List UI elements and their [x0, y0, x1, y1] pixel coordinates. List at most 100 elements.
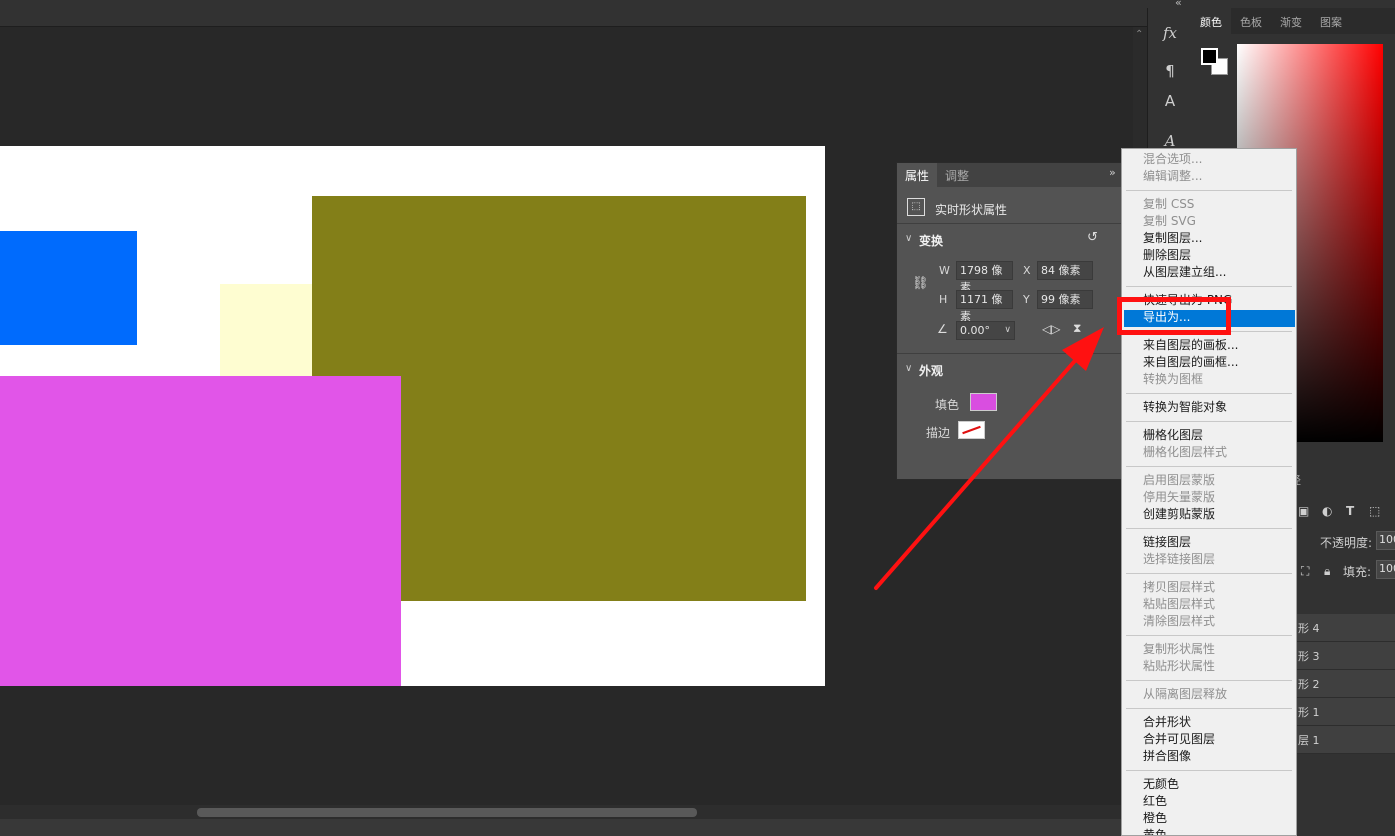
menu-item[interactable]: 橙色 — [1143, 811, 1167, 826]
x-input[interactable]: 84 像素 — [1037, 261, 1093, 280]
flip-horizontal-icon[interactable]: ◁▷ — [1042, 322, 1060, 336]
menu-separator — [1126, 466, 1292, 467]
menu-separator — [1126, 421, 1292, 422]
fill-value: 100 — [1379, 562, 1395, 575]
menu-item[interactable]: 链接图层 — [1143, 535, 1191, 550]
menu-item: 复制 SVG — [1143, 214, 1196, 228]
menu-separator — [1126, 393, 1292, 394]
artboard-lock-icon[interactable]: ⛶ — [1301, 564, 1309, 579]
link-icon[interactable]: ⛓ — [912, 276, 929, 291]
menu-item[interactable]: 拼合图像 — [1143, 749, 1191, 764]
angle-icon: ∠ — [937, 322, 948, 336]
layer-name: 形 4 — [1298, 622, 1320, 635]
document-canvas[interactable] — [0, 146, 825, 686]
opacity-input[interactable]: 100 — [1376, 531, 1395, 550]
menu-item: 选择链接图层 — [1143, 552, 1216, 566]
menu-item[interactable]: 无颜色 — [1143, 777, 1179, 792]
appearance-section-title[interactable]: 外观 — [919, 362, 943, 379]
fx-icon[interactable]: fx — [1158, 22, 1182, 44]
y-input[interactable]: 99 像素 — [1037, 290, 1093, 309]
properties-panel-tabs: 属性 调整 » — [897, 163, 1123, 187]
stroke-label: 描边 — [926, 426, 951, 440]
tab-adjustments[interactable]: 调整 — [945, 167, 969, 184]
menu-separator — [1126, 573, 1292, 574]
color-panel-tabs: 颜色 色板 渐变 图案 — [1191, 8, 1395, 34]
menu-item: 拷贝图层样式 — [1143, 580, 1216, 594]
paragraph-icon[interactable]: ¶ — [1158, 60, 1182, 82]
menu-item: 转换为图框 — [1143, 372, 1204, 386]
menu-item: 从隔离图层释放 — [1143, 687, 1228, 701]
menu-item: 栅格化图层样式 — [1143, 445, 1228, 459]
fill-label: 填色 — [935, 398, 960, 412]
image-filter-icon[interactable]: ▣ — [1298, 504, 1309, 518]
layer-context-menu: 混合选项... 编辑调整... 复制 CSS 复制 SVG 复制图层... 删除图层 从图层… — [1121, 148, 1297, 836]
menu-separator — [1126, 680, 1292, 681]
menu-item[interactable]: 红色 — [1143, 794, 1167, 809]
character-icon[interactable]: A — [1158, 90, 1182, 112]
menu-separator — [1126, 190, 1292, 191]
tab-color[interactable]: 颜色 — [1200, 14, 1222, 30]
status-bar — [0, 819, 1147, 836]
chevron-down-icon[interactable]: ∨ — [905, 363, 912, 374]
menu-item[interactable]: 删除图层 — [1143, 248, 1191, 263]
properties-panel: 属性 调整 » ⬚ 实时形状属性 ∨ 变换 ↺ ⛓ W 1798 像素 X 84… — [896, 162, 1124, 480]
angle-value: 0.00° — [960, 324, 990, 337]
x-value: 84 像素 — [1041, 264, 1081, 277]
menu-item[interactable]: 栅格化图层 — [1143, 428, 1203, 443]
shape-icon: ⬚ — [907, 198, 925, 216]
adjustment-filter-icon[interactable]: ◐ — [1322, 504, 1332, 518]
menu-item[interactable]: 来自图层的画板... — [1143, 338, 1238, 353]
shape-filter-icon[interactable]: ⬚ — [1369, 504, 1380, 518]
reset-icon[interactable]: ↺ — [1087, 230, 1098, 245]
opacity-label: 不透明度: — [1320, 536, 1373, 550]
divider — [897, 223, 1123, 224]
panel-expand-icon[interactable]: » — [1109, 166, 1116, 179]
menu-item[interactable]: 合并形状 — [1143, 715, 1191, 730]
divider — [897, 353, 1123, 354]
chevron-down-icon[interactable]: ∨ — [1004, 322, 1011, 339]
menu-item[interactable]: 复制图层... — [1143, 231, 1202, 246]
tab-properties[interactable]: 属性 — [905, 167, 929, 184]
foreground-color-swatch[interactable] — [1201, 48, 1218, 65]
flip-vertical-icon[interactable]: ⧗ — [1073, 321, 1081, 336]
menu-item: 粘贴图层样式 — [1143, 597, 1216, 611]
menu-item[interactable]: 从图层建立组... — [1143, 265, 1226, 280]
panel-collapse-bar[interactable]: « — [1147, 0, 1395, 9]
chevron-down-icon[interactable]: ∨ — [905, 233, 912, 244]
angle-input[interactable]: 0.00° ∨ — [956, 321, 1015, 340]
menu-separator — [1126, 635, 1292, 636]
menu-item: 清除图层样式 — [1143, 614, 1216, 628]
fill-input[interactable]: 100 — [1376, 560, 1395, 579]
chevron-up-icon[interactable]: ⌃ — [1135, 29, 1143, 40]
height-value: 1171 像素 — [960, 293, 1003, 323]
menu-item: 复制 CSS — [1143, 197, 1195, 211]
menu-item[interactable]: 创建剪贴蒙版 — [1143, 507, 1215, 522]
transform-section-title[interactable]: 变换 — [919, 232, 943, 249]
stroke-swatch[interactable] — [958, 421, 985, 439]
menu-item[interactable]: 来自图层的画框... — [1143, 355, 1238, 370]
horizontal-scrollbar[interactable] — [0, 805, 1147, 819]
type-filter-icon[interactable]: T — [1346, 504, 1354, 518]
y-value: 99 像素 — [1041, 293, 1081, 306]
width-input[interactable]: 1798 像素 — [956, 261, 1013, 294]
height-input[interactable]: 1171 像素 — [956, 290, 1013, 323]
fill-color-swatch[interactable] — [970, 393, 997, 411]
menu-separator — [1126, 770, 1292, 771]
horizontal-scrollbar-thumb[interactable] — [197, 808, 697, 817]
menu-item[interactable]: 黄色 — [1143, 828, 1167, 835]
layer-name: 层 1 — [1298, 734, 1320, 747]
layer-name: 形 1 — [1298, 706, 1320, 719]
tab-patterns[interactable]: 图案 — [1320, 14, 1342, 30]
menu-item[interactable]: 合并可见图层 — [1143, 732, 1215, 747]
document-tab-bar — [0, 0, 1147, 27]
cream-rectangle-shape[interactable] — [220, 284, 315, 379]
magenta-rectangle-shape[interactable] — [0, 376, 401, 686]
tab-swatches[interactable]: 色板 — [1240, 14, 1262, 30]
menu-item[interactable]: 转换为智能对象 — [1143, 400, 1227, 415]
menu-item: 粘贴形状属性 — [1143, 659, 1216, 673]
h-label: H — [939, 293, 948, 306]
blue-rectangle-shape[interactable] — [0, 231, 137, 345]
tab-gradients[interactable]: 渐变 — [1280, 14, 1302, 30]
lock-icon[interactable]: 🔒︎ — [1324, 564, 1330, 579]
panel-header: 实时形状属性 — [935, 203, 1008, 217]
